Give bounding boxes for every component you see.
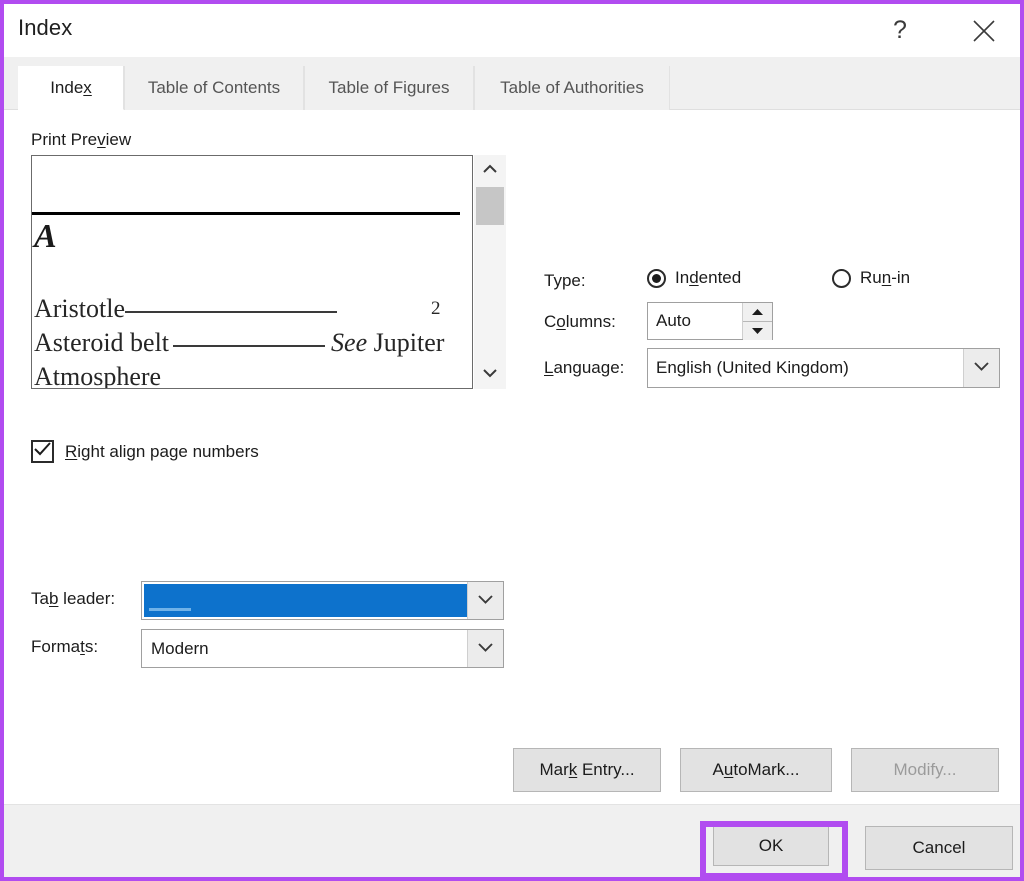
print-preview-box: A Aristotle 2 Asteroid belt See Jupiter A… (31, 155, 473, 389)
formats-value: Modern (151, 638, 209, 658)
tab-table-of-contents-label: Table of Contents (147, 78, 281, 97)
chevron-down-icon (482, 365, 498, 383)
preview-rule-line (32, 212, 460, 215)
automark-button[interactable]: AutoMark... (680, 748, 832, 792)
radio-run-in-mark (832, 268, 851, 288)
help-button[interactable]: ? (870, 4, 930, 57)
language-dropdown[interactable]: English (United Kingdom) (647, 348, 1000, 388)
tab-index-label: Index (50, 77, 92, 97)
automark-label: AutoMark... (712, 760, 800, 779)
checkbox-box (31, 440, 54, 463)
radio-indented[interactable]: Indented (647, 268, 741, 288)
tab-table-of-figures-label: Table of Figures (328, 78, 450, 97)
index-dialog: Index ? Index Table of Contents Table of… (0, 0, 1024, 881)
tab-leader-dropdown-arrow[interactable] (467, 582, 503, 619)
language-label: Language: (544, 358, 625, 377)
scroll-up-button[interactable] (474, 155, 506, 185)
formats-dropdown-arrow[interactable] (467, 630, 503, 667)
chevron-down-icon (973, 359, 990, 377)
preview-entry-aristotle: Aristotle (34, 294, 337, 324)
columns-spin-buttons (742, 303, 772, 340)
close-x-icon (971, 18, 997, 44)
scroll-down-button[interactable] (474, 359, 506, 389)
triangle-up-icon (751, 303, 764, 321)
chevron-up-icon (482, 161, 498, 179)
preview-entry-atmosphere: Atmosphere (34, 362, 162, 389)
columns-stepper[interactable]: Auto (647, 302, 773, 340)
tab-leader-underline-sample (149, 608, 191, 611)
columns-decrement-button[interactable] (743, 322, 772, 340)
radio-run-in[interactable]: Run-in (832, 268, 910, 288)
close-button[interactable] (954, 4, 1014, 57)
columns-increment-button[interactable] (743, 303, 772, 322)
scrollbar-thumb[interactable] (476, 187, 504, 225)
title-bar: Index ? (4, 4, 1020, 57)
tab-table-of-authorities-label: Table of Authorities (500, 78, 644, 97)
ok-label: OK (758, 836, 784, 855)
question-mark-icon: ? (893, 16, 907, 44)
tab-table-of-authorities[interactable]: Table of Authorities (474, 66, 670, 110)
preview-scrollbar[interactable] (474, 155, 506, 389)
modify-button: Modify... (851, 748, 999, 792)
dialog-footer: OK Cancel (4, 805, 1020, 877)
preview-letter-heading: A (34, 218, 57, 255)
type-label: Type: (544, 271, 586, 290)
chevron-down-icon (477, 592, 494, 610)
dialog-body: Print Preview A Aristotle 2 Asteroid bel… (4, 110, 1020, 805)
tab-leader-dropdown[interactable] (141, 581, 504, 620)
radio-indented-mark (647, 268, 666, 288)
ok-button[interactable]: OK (713, 826, 829, 866)
tab-index[interactable]: Index (18, 66, 124, 110)
formats-label: Formats: (31, 637, 99, 656)
triangle-down-icon (751, 322, 764, 340)
mark-entry-label: Mark Entry... (539, 760, 635, 779)
cancel-button[interactable]: Cancel (865, 826, 1013, 870)
cancel-label: Cancel (912, 838, 966, 857)
preview-entry-page-number: 2 (431, 298, 441, 319)
formats-dropdown[interactable]: Modern (141, 629, 504, 668)
language-dropdown-arrow[interactable] (963, 349, 999, 387)
right-align-page-numbers-checkbox[interactable]: Right align page numbers (31, 440, 259, 463)
checkmark-icon (34, 442, 51, 461)
tab-leader-selected-value (144, 584, 467, 617)
dialog-title: Index (18, 15, 73, 40)
print-preview-label: Print Preview (31, 130, 132, 149)
columns-value[interactable]: Auto (648, 303, 742, 339)
chevron-down-icon (477, 640, 494, 658)
tab-table-of-figures[interactable]: Table of Figures (304, 66, 474, 110)
mark-entry-button[interactable]: Mark Entry... (513, 748, 661, 792)
right-align-page-numbers-label: Right align page numbers (65, 441, 259, 461)
preview-entry-asteroid-belt: Asteroid belt See Jupiter (34, 328, 445, 357)
tab-table-of-contents[interactable]: Table of Contents (124, 66, 304, 110)
print-preview-area: A Aristotle 2 Asteroid belt See Jupiter A… (31, 155, 506, 389)
tab-leader-label: Tab leader: (31, 589, 116, 608)
columns-label: Columns: (544, 312, 616, 331)
radio-run-in-label: Run-in (860, 268, 911, 287)
tab-strip: Index Table of Contents Table of Figures… (4, 57, 1020, 110)
radio-indented-label: Indented (675, 268, 742, 287)
language-value: English (United Kingdom) (656, 358, 849, 377)
modify-label: Modify... (893, 760, 957, 779)
